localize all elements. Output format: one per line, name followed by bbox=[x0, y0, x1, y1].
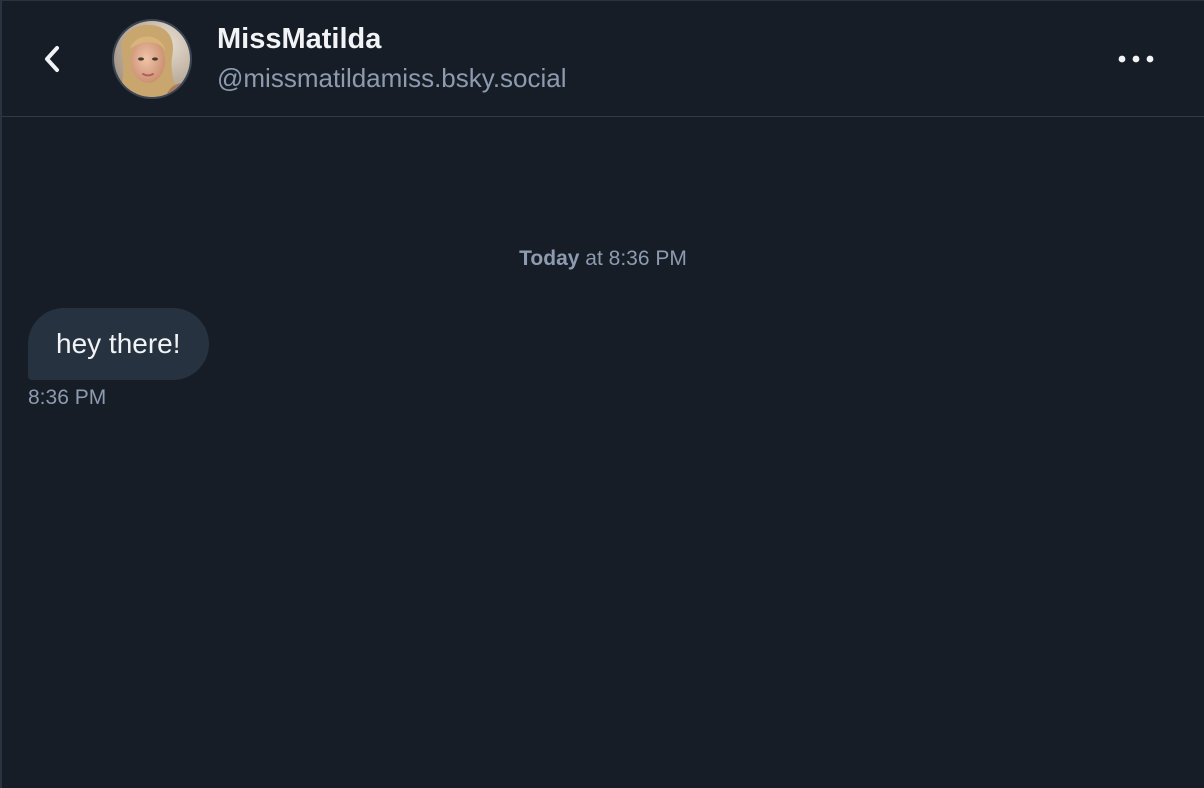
date-divider-time: at 8:36 PM bbox=[579, 247, 687, 270]
date-divider-day: Today bbox=[519, 247, 580, 270]
chat-screen: MissMatilda @missmatildamiss.bsky.social… bbox=[0, 0, 1204, 788]
avatar[interactable] bbox=[112, 19, 192, 99]
ellipsis-horizontal-icon bbox=[1118, 55, 1154, 63]
chat-header: MissMatilda @missmatildamiss.bsky.social bbox=[2, 1, 1204, 117]
display-name: MissMatilda bbox=[217, 23, 382, 55]
date-divider: Today at 8:36 PM bbox=[2, 247, 1204, 271]
user-handle: @missmatildamiss.bsky.social bbox=[217, 63, 567, 93]
message-timestamp: 8:36 PM bbox=[28, 386, 107, 409]
more-options-button[interactable] bbox=[1110, 37, 1162, 81]
back-button[interactable] bbox=[28, 35, 76, 83]
chevron-left-icon bbox=[45, 46, 59, 72]
message-bubble[interactable]: hey there! bbox=[28, 308, 209, 380]
avatar-image bbox=[114, 21, 190, 97]
